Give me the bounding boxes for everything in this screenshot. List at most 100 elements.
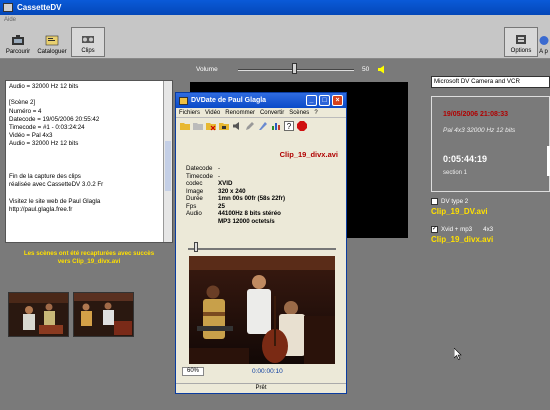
metadata-row: Fps 25 (186, 203, 285, 211)
edit-icon[interactable] (245, 121, 255, 131)
log-line: http://paul.glagla.free.fr (9, 205, 73, 213)
seek-slider-thumb[interactable] (194, 242, 198, 252)
folder-delete-icon[interactable] (206, 121, 216, 131)
metadata-key: Fps (186, 202, 197, 210)
chart-icon[interactable] (271, 121, 281, 131)
video-frame (189, 256, 335, 364)
clip-thumbnail[interactable] (73, 292, 134, 337)
clips-label: Clips (81, 48, 95, 54)
dvdate-title: DVDate de Paul Glagla (191, 97, 267, 104)
metadata-value: XVID (218, 180, 233, 187)
audio-icon[interactable] (232, 121, 242, 131)
about-button[interactable]: A p (537, 27, 550, 57)
close-icon[interactable]: × (332, 95, 343, 106)
clip-thumbnail-image (74, 293, 133, 336)
capture-log[interactable]: Audio = 32000 Hz 12 bits [Scène 2] Numéro … (5, 80, 173, 243)
clips-button[interactable]: Clips (71, 27, 105, 57)
options-label: Options (510, 48, 532, 54)
stop-icon[interactable] (297, 121, 307, 131)
log-line: [Scène 2] (9, 99, 36, 107)
help-icon[interactable]: ? (284, 121, 294, 131)
menu-help[interactable]: Aide (4, 17, 16, 23)
log-scroll-thumb[interactable] (165, 141, 171, 191)
metadata-value: - (218, 172, 221, 180)
log-lines: Audio = 32000 Hz 12 bits [Scène 2] Numéro … (9, 83, 160, 214)
app-title-bar: CassetteDV (0, 0, 550, 15)
dvdate-app-icon (179, 96, 188, 105)
metadata-value: 25 (218, 202, 225, 210)
catalog-button[interactable]: Cataloguer (35, 27, 69, 57)
about-label: A p (539, 49, 548, 55)
svg-text:?: ? (287, 122, 292, 131)
playback-time: 0:00:00:10 (252, 368, 283, 375)
browse-button[interactable]: Parcourir (1, 27, 35, 57)
file-metadata: Datecode - Timecode - codec XVID Image 320 x 24… (186, 165, 285, 225)
success-line-1: Les scènes ont été recapturées avec succ… (23, 250, 155, 257)
zoom-level[interactable]: 60% (182, 367, 204, 376)
about-icon (539, 36, 548, 45)
metadata-row: Image 320 x 240 (186, 188, 285, 196)
dv-type2-checkbox[interactable] (431, 198, 438, 205)
dv-output-filename: Clip_19_DV.avi (431, 207, 488, 216)
metadata-key: codec (186, 180, 203, 187)
metadata-key: Durée (186, 195, 203, 202)
menu-bar: Aide (0, 15, 550, 25)
menu-files[interactable]: Fichiers (179, 108, 200, 117)
volume-value: 50 (362, 66, 370, 73)
folder-video-icon[interactable] (219, 121, 229, 131)
metadata-key: Datecode (186, 165, 213, 172)
log-line: Numéro = 4 (9, 107, 42, 115)
dv-type2-label: DV type 2 (441, 198, 469, 205)
seek-slider-track[interactable] (188, 248, 336, 250)
metadata-row: Audio 44100Hz 8 bits stéréo (186, 210, 285, 218)
xvid-aspect: 4x3 (483, 226, 494, 233)
clip-thumbnail[interactable] (8, 292, 69, 337)
folder-disabled-icon[interactable] (193, 121, 203, 131)
settings-icon[interactable] (258, 121, 268, 131)
open-folder-icon[interactable] (180, 121, 190, 131)
speaker-icon[interactable] (378, 65, 386, 74)
metadata-row: Timecode - (186, 173, 285, 181)
options-icon (516, 35, 526, 44)
xvid-label: Xvid + mp3 (441, 226, 473, 233)
tape-timecode: 0:05:44:19 (443, 154, 488, 164)
volume-label: Volume (196, 66, 218, 73)
clips-icon (82, 36, 94, 43)
xvid-checkbox[interactable]: ✓ (431, 226, 438, 233)
menu-scenes[interactable]: Scènes (289, 108, 309, 117)
browse-label: Parcourir (5, 49, 31, 55)
tape-info-box: 19/05/2006 21:08:33 Pal 4x3 32000 Hz 12 … (431, 96, 550, 192)
mouse-cursor-icon (454, 348, 462, 360)
dv-type2-option[interactable]: DV type 2 (431, 198, 468, 205)
menu-help-dvdate[interactable]: ? (314, 108, 317, 117)
tape-format: Pal 4x3 32000 Hz 12 bits (443, 127, 516, 134)
xvid-output-filename: Clip_19_divx.avi (431, 235, 494, 244)
options-button[interactable]: Options (504, 27, 538, 57)
catalog-icon (45, 35, 59, 46)
dvdate-filename: Clip_19_divx.avi (279, 150, 338, 159)
volume-slider-thumb[interactable] (292, 63, 297, 74)
metadata-row: codec XVID (186, 180, 285, 188)
log-scrollbar[interactable] (163, 81, 172, 242)
minimize-icon[interactable]: _ (306, 95, 317, 106)
log-line: Timecode = #1 - 0:03:24:24 (9, 123, 85, 131)
log-line: Audio = 32000 Hz 12 bits (9, 83, 79, 90)
catalog-label: Cataloguer (37, 49, 67, 55)
metadata-row: MP3 12000 octets/s (186, 218, 285, 226)
log-line: Vidéo = Pal 4x3 (9, 132, 53, 140)
menu-convert[interactable]: Convertir (260, 108, 284, 117)
xvid-option[interactable]: ✓ Xvid + mp3 4x3 (431, 226, 493, 233)
menu-rename[interactable]: Renommer (225, 108, 255, 117)
clip-thumbnail-image (9, 293, 68, 336)
device-select[interactable]: Microsoft DV Camera and VCR (431, 76, 550, 88)
metadata-value: MP3 12000 octets/s (218, 217, 275, 225)
log-line: Visitez le site web de Paul Glagla (9, 197, 101, 205)
metadata-key: Timecode (186, 172, 213, 180)
maximize-icon[interactable]: □ (319, 95, 330, 106)
metadata-row: Datecode - (186, 165, 285, 173)
metadata-value: 320 x 240 (218, 187, 246, 195)
menu-video[interactable]: Vidéo (205, 108, 220, 117)
